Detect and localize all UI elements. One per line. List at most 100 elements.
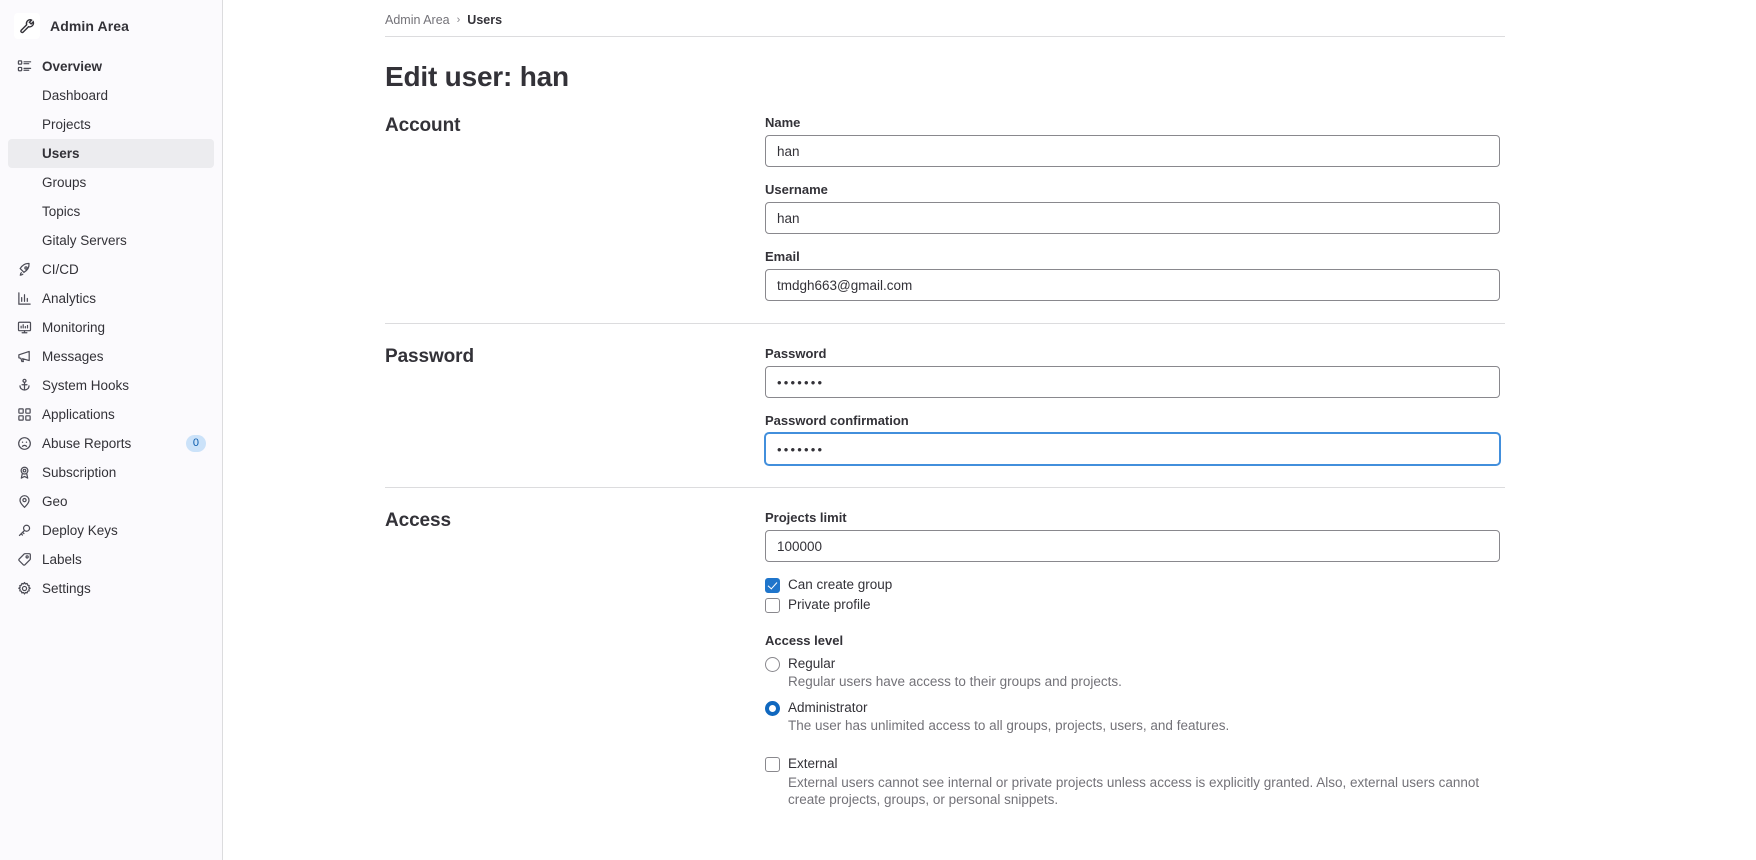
sidebar-item-labels[interactable]: Labels (8, 545, 214, 574)
external-label: External (788, 756, 838, 771)
sidebar-item-label: Analytics (42, 291, 97, 306)
overview-icon (16, 59, 32, 75)
password-masked-value: ••••••• (777, 374, 825, 390)
breadcrumb-divider (385, 36, 1505, 37)
main-content: Admin Area › Users Edit user: han Accoun… (223, 0, 1756, 860)
breadcrumb-admin-area[interactable]: Admin Area (385, 13, 450, 27)
sidebar-brand[interactable]: Admin Area (8, 6, 214, 46)
section-access-body: Projects limit 100000 Can create group P… (765, 510, 1501, 808)
sidebar-item-topics[interactable]: Topics (8, 197, 214, 226)
checkbox-unchecked-icon[interactable] (765, 598, 780, 613)
sidebar-item-abuse-reports[interactable]: Abuse Reports 0 (8, 429, 214, 458)
radio-unselected-icon[interactable] (765, 657, 780, 672)
key-icon (16, 523, 32, 539)
password-label: Password (765, 346, 827, 361)
location-pin-icon (16, 494, 32, 510)
chart-icon (16, 291, 32, 307)
sidebar-item-messages[interactable]: Messages (8, 342, 214, 371)
sidebar-item-label: Applications (42, 407, 115, 422)
checkbox-can-create-group[interactable]: Can create group (765, 577, 1501, 593)
sidebar-item-system-hooks[interactable]: System Hooks (8, 371, 214, 400)
sidebar-item-cicd[interactable]: CI/CD (8, 255, 214, 284)
page-title: Edit user: han (385, 61, 569, 92)
section-account-body: Name han Username han Email tmdgh663@gma… (765, 115, 1501, 301)
field-password-confirmation: Password confirmation ••••••• (765, 413, 1501, 465)
radio-selected-icon[interactable] (765, 701, 780, 716)
sidebar-item-overview[interactable]: Overview (8, 52, 214, 81)
checkbox-external[interactable]: External (765, 756, 1501, 772)
section-password: Password Password ••••••• Password confi… (385, 324, 1505, 488)
sidebar-item-projects[interactable]: Projects (8, 110, 214, 139)
external-description: External users cannot see internal or pr… (788, 775, 1480, 807)
sad-face-icon (16, 436, 32, 452)
private-profile-label: Private profile (788, 597, 871, 612)
section-access: Access Projects limit 100000 Can create … (385, 488, 1505, 830)
email-label: Email (765, 249, 800, 264)
field-email: Email tmdgh663@gmail.com (765, 249, 1501, 301)
sidebar-item-label: Topics (42, 204, 81, 219)
field-name: Name han (765, 115, 1501, 167)
sidebar-item-label: Deploy Keys (42, 523, 118, 538)
field-username: Username han (765, 182, 1501, 234)
sidebar-item-dashboard[interactable]: Dashboard (8, 81, 214, 110)
section-account: Account Name han Username han Email tmdg… (385, 93, 1505, 324)
checkbox-private-profile[interactable]: Private profile (765, 597, 1501, 613)
sidebar-item-label: Dashboard (42, 88, 109, 103)
radio-administrator-description: The user has unlimited access to all gro… (788, 718, 1230, 733)
rocket-icon (16, 262, 32, 278)
gear-icon (16, 581, 32, 597)
radio-regular-texts: Regular Regular users have access to the… (788, 655, 1122, 690)
sidebar-item-geo[interactable]: Geo (8, 487, 214, 516)
name-input[interactable]: han (765, 135, 1500, 167)
sidebar-item-applications[interactable]: Applications (8, 400, 214, 429)
breadcrumb: Admin Area › Users (385, 0, 1505, 36)
sidebar-item-label: Messages (42, 349, 104, 364)
breadcrumb-users[interactable]: Users (467, 13, 502, 27)
sidebar-item-groups[interactable]: Groups (8, 168, 214, 197)
sidebar-item-label: Settings (42, 581, 91, 596)
sidebar-item-label: Groups (42, 175, 87, 190)
password-input[interactable]: ••••••• (765, 366, 1500, 398)
email-input[interactable]: tmdgh663@gmail.com (765, 269, 1500, 301)
sidebar-item-label: Overview (42, 59, 103, 74)
label-tag-icon (16, 552, 32, 568)
abuse-reports-count-badge: 0 (185, 435, 206, 452)
sidebar-item-label: Users (42, 146, 80, 161)
checkbox-external-block: External External users cannot see inter… (765, 756, 1501, 808)
sidebar-item-label: Subscription (42, 465, 117, 480)
password-confirmation-input[interactable]: ••••••• (765, 433, 1500, 465)
sidebar-item-analytics[interactable]: Analytics (8, 284, 214, 313)
grid-icon (16, 407, 32, 423)
sidebar-nav: Overview Dashboard Projects Users Groups… (0, 50, 222, 603)
sidebar-item-label: Geo (42, 494, 68, 509)
sidebar-item-monitoring[interactable]: Monitoring (8, 313, 214, 342)
sidebar-item-deploy-keys[interactable]: Deploy Keys (8, 516, 214, 545)
name-label: Name (765, 115, 801, 130)
field-password: Password ••••••• (765, 346, 1501, 398)
section-account-title: Account (385, 115, 461, 136)
admin-edit-user-page: Admin Area Overview Dashboard Projects U… (0, 0, 1756, 860)
radio-access-level-regular[interactable]: Regular Regular users have access to the… (765, 655, 1501, 690)
sidebar-item-users[interactable]: Users (8, 139, 214, 168)
projects-limit-input[interactable]: 100000 (765, 530, 1500, 562)
anchor-icon (16, 378, 32, 394)
checkbox-checked-icon[interactable] (765, 578, 780, 593)
field-projects-limit: Projects limit 100000 (765, 510, 1501, 562)
sidebar-item-label: Monitoring (42, 320, 106, 335)
radio-access-level-administrator[interactable]: Administrator The user has unlimited acc… (765, 699, 1501, 734)
projects-limit-label: Projects limit (765, 510, 847, 525)
password-confirmation-masked-value: ••••••• (777, 441, 825, 457)
admin-sidebar: Admin Area Overview Dashboard Projects U… (0, 0, 223, 860)
radio-administrator-texts: Administrator The user has unlimited acc… (788, 699, 1229, 734)
sidebar-item-label: Gitaly Servers (42, 233, 127, 248)
checkbox-unchecked-icon[interactable] (765, 757, 780, 772)
chevron-right-icon: › (456, 14, 461, 26)
sidebar-item-label: Labels (42, 552, 82, 567)
sidebar-item-settings[interactable]: Settings (8, 574, 214, 603)
sidebar-item-subscription[interactable]: Subscription (8, 458, 214, 487)
access-level-label: Access level (765, 633, 844, 648)
username-input[interactable]: han (765, 202, 1500, 234)
sidebar-item-gitaly-servers[interactable]: Gitaly Servers (8, 226, 214, 255)
radio-regular-description: Regular users have access to their group… (788, 674, 1122, 689)
radio-regular-label: Regular (788, 656, 836, 671)
